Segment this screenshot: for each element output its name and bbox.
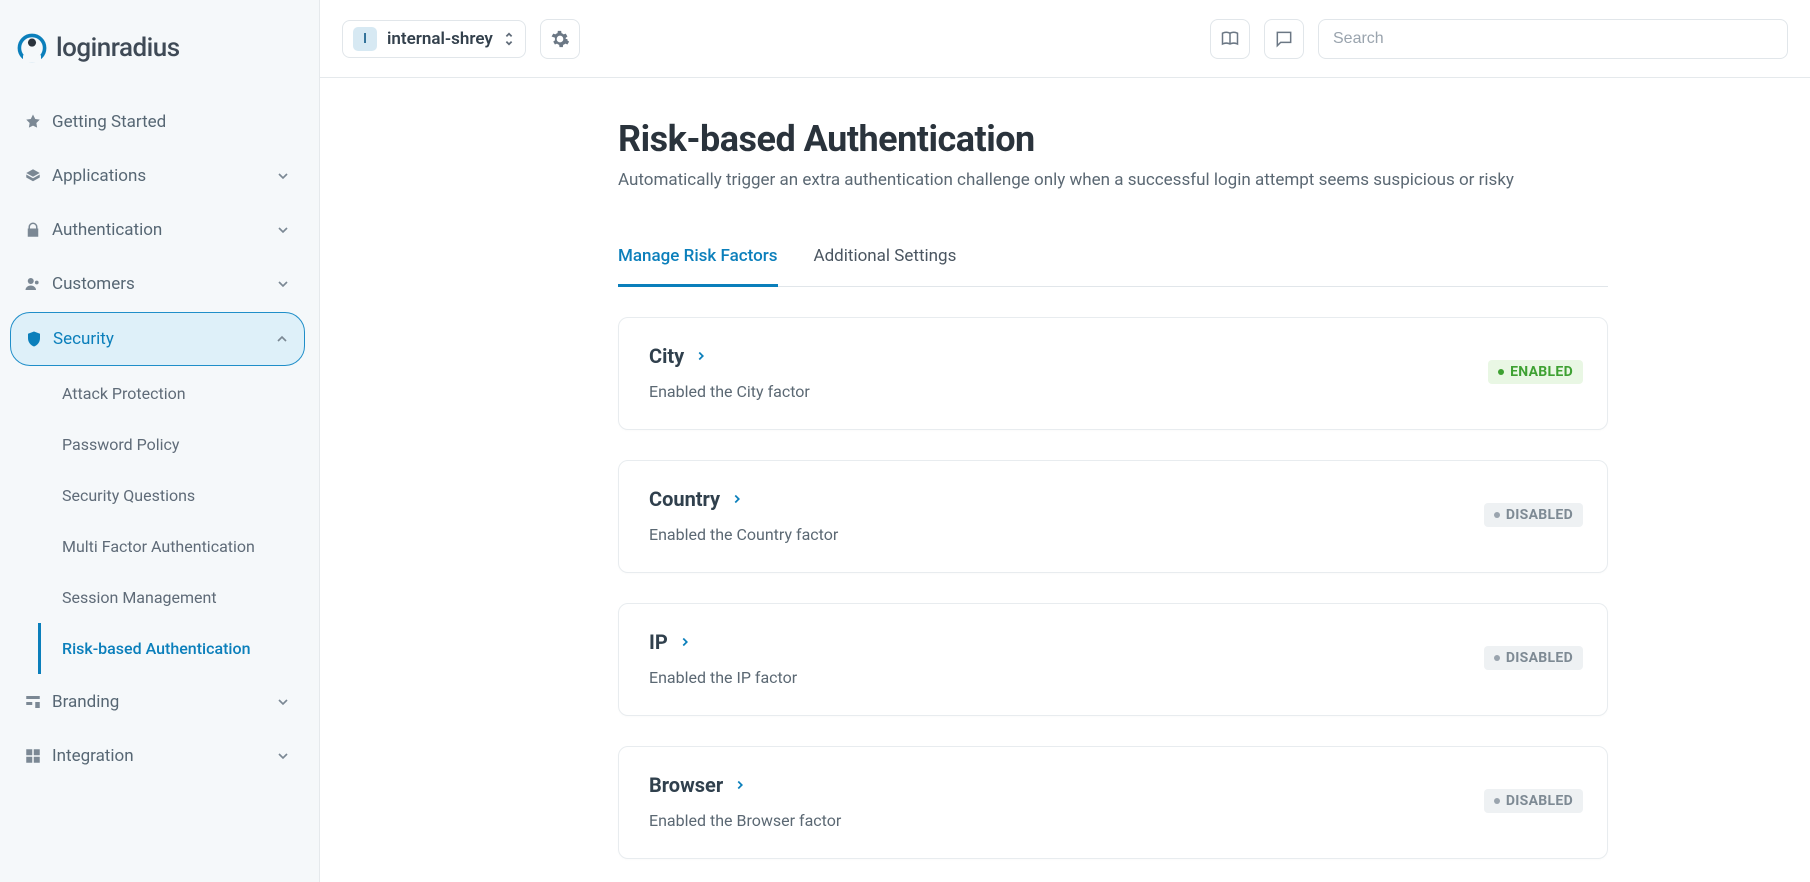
sidebar-item-getting-started[interactable]: Getting Started xyxy=(10,96,305,148)
factor-card-browser[interactable]: Browser Enabled the Browser factor DISAB… xyxy=(618,746,1608,859)
sidebar-item-integration[interactable]: Integration xyxy=(10,730,305,782)
status-badge: DISABLED xyxy=(1484,789,1583,813)
chevron-down-icon xyxy=(275,694,291,710)
status-dot-icon xyxy=(1494,512,1500,518)
status-text: DISABLED xyxy=(1506,793,1573,809)
factor-title: City xyxy=(649,344,684,368)
brand-name: loginradius xyxy=(56,33,180,63)
chevron-right-icon xyxy=(730,492,744,506)
status-badge: DISABLED xyxy=(1484,503,1583,527)
chevron-right-icon xyxy=(733,778,747,792)
factor-desc: Enabled the IP factor xyxy=(649,668,1577,687)
chat-button[interactable] xyxy=(1264,19,1304,59)
tab-additional-settings[interactable]: Additional Settings xyxy=(814,230,957,287)
status-badge: ENABLED xyxy=(1488,360,1583,384)
factor-desc: Enabled the Browser factor xyxy=(649,811,1577,830)
status-text: DISABLED xyxy=(1506,650,1573,666)
subnav-attack-protection[interactable]: Attack Protection xyxy=(38,368,307,419)
sidebar-item-security[interactable]: Security xyxy=(10,312,305,366)
sidebar-item-label: Integration xyxy=(52,746,275,766)
subnav-security-questions[interactable]: Security Questions xyxy=(38,470,307,521)
sidebar-item-label: Authentication xyxy=(52,220,275,240)
docs-button[interactable] xyxy=(1210,19,1250,59)
factor-desc: Enabled the City factor xyxy=(649,382,1577,401)
topbar: I internal-shrey xyxy=(320,0,1810,78)
status-dot-icon xyxy=(1494,655,1500,661)
chevron-right-icon xyxy=(678,635,692,649)
status-dot-icon xyxy=(1494,798,1500,804)
factor-card-ip[interactable]: IP Enabled the IP factor DISABLED xyxy=(618,603,1608,716)
page-subtitle: Automatically trigger an extra authentic… xyxy=(618,170,1608,190)
gear-icon xyxy=(550,29,570,49)
subnav-label: Session Management xyxy=(62,588,217,607)
status-text: DISABLED xyxy=(1506,507,1573,523)
chevron-down-icon xyxy=(275,222,291,238)
security-subnav: Attack Protection Password Policy Securi… xyxy=(20,368,307,674)
subnav-risk-based-auth[interactable]: Risk-based Authentication xyxy=(38,623,307,674)
shield-icon xyxy=(25,330,53,348)
subnav-label: Attack Protection xyxy=(62,384,186,403)
subnav-label: Risk-based Authentication xyxy=(62,639,250,658)
project-name: internal-shrey xyxy=(387,29,493,49)
chevron-down-icon xyxy=(275,168,291,184)
branding-icon xyxy=(24,693,52,711)
factor-title: IP xyxy=(649,630,668,654)
tab-label: Additional Settings xyxy=(814,246,957,266)
brand-logo[interactable]: loginradius xyxy=(0,10,319,94)
status-dot-icon xyxy=(1498,369,1504,375)
subnav-label: Password Policy xyxy=(62,435,179,454)
sidebar-item-branding[interactable]: Branding xyxy=(10,676,305,728)
subnav-password-policy[interactable]: Password Policy xyxy=(38,419,307,470)
project-badge: I xyxy=(353,27,377,51)
sidebar-item-label: Applications xyxy=(52,166,275,186)
settings-button[interactable] xyxy=(540,19,580,59)
sidebar-item-label: Customers xyxy=(52,274,275,294)
chevron-right-icon xyxy=(694,349,708,363)
logo-mark-icon xyxy=(14,30,50,66)
sidebar-item-authentication[interactable]: Authentication xyxy=(10,204,305,256)
lock-icon xyxy=(24,221,52,239)
tabs: Manage Risk Factors Additional Settings xyxy=(618,230,1608,287)
layers-icon xyxy=(24,167,52,185)
primary-nav: Getting Started Applications Authenticat… xyxy=(0,96,319,782)
subnav-session-management[interactable]: Session Management xyxy=(38,572,307,623)
book-icon xyxy=(1220,29,1240,49)
factor-desc: Enabled the Country factor xyxy=(649,525,1577,544)
factor-card-country[interactable]: Country Enabled the Country factor DISAB… xyxy=(618,460,1608,573)
users-icon xyxy=(24,275,52,293)
sidebar-item-label: Getting Started xyxy=(52,112,291,132)
chevron-down-icon xyxy=(275,276,291,292)
sidebar-item-label: Branding xyxy=(52,692,275,712)
tab-label: Manage Risk Factors xyxy=(618,246,778,266)
subnav-mfa[interactable]: Multi Factor Authentication xyxy=(38,521,307,572)
factor-title: Country xyxy=(649,487,720,511)
subnav-label: Security Questions xyxy=(62,486,195,505)
sidebar-item-applications[interactable]: Applications xyxy=(10,150,305,202)
factor-title: Browser xyxy=(649,773,723,797)
chat-icon xyxy=(1274,29,1294,49)
factor-card-city[interactable]: City Enabled the City factor ENABLED xyxy=(618,317,1608,430)
subnav-label: Multi Factor Authentication xyxy=(62,537,255,556)
rocket-icon xyxy=(24,113,52,131)
page-title: Risk-based Authentication xyxy=(618,118,1608,160)
sidebar-item-customers[interactable]: Customers xyxy=(10,258,305,310)
project-selector[interactable]: I internal-shrey xyxy=(342,20,526,58)
chevron-up-icon xyxy=(274,331,290,347)
chevron-down-icon xyxy=(275,748,291,764)
sidebar-item-label: Security xyxy=(53,329,274,349)
main-content: Risk-based Authentication Automatically … xyxy=(320,78,1810,882)
sidebar: loginradius Getting Started Applications… xyxy=(0,0,320,882)
status-text: ENABLED xyxy=(1510,364,1573,380)
grid-icon xyxy=(24,747,52,765)
select-caret-icon xyxy=(503,32,515,46)
status-badge: DISABLED xyxy=(1484,646,1583,670)
search-input[interactable] xyxy=(1318,19,1788,59)
tab-manage-risk-factors[interactable]: Manage Risk Factors xyxy=(618,230,778,287)
